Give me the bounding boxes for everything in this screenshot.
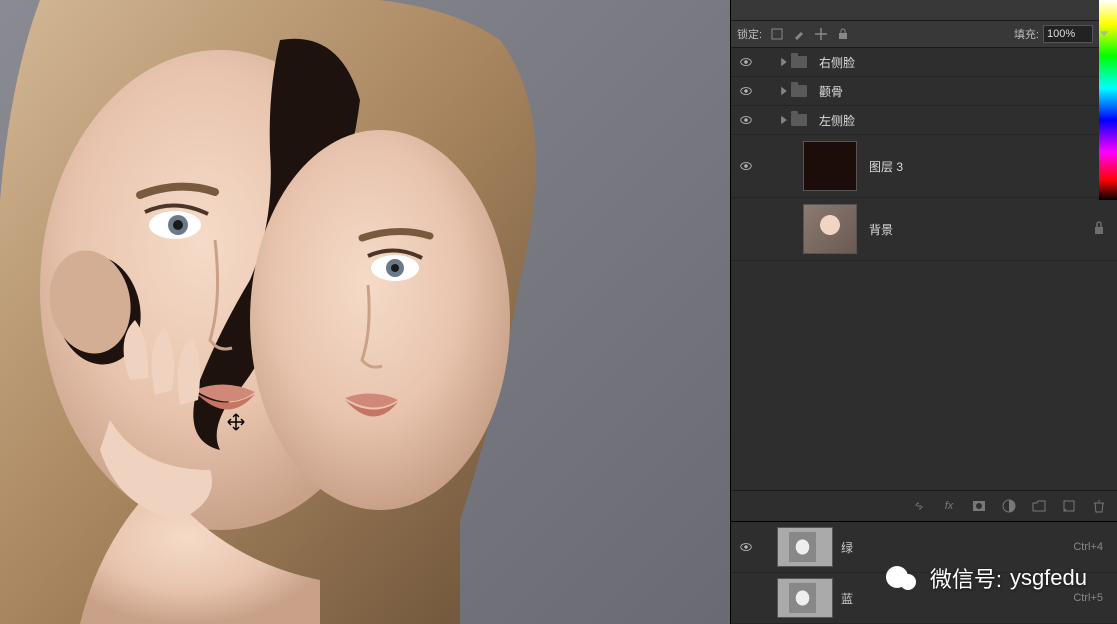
lock-position-icon[interactable] — [814, 27, 828, 41]
layer-name: 左侧脸 — [819, 112, 855, 129]
channel-thumbnail[interactable] — [777, 527, 833, 567]
visibility-icon[interactable] — [735, 540, 757, 554]
canvas-artwork — [0, 0, 730, 624]
expand-arrow-icon[interactable] — [777, 113, 791, 127]
layer-background[interactable]: 背景 — [731, 198, 1117, 261]
watermark: 微信号: ysgfedu — [886, 560, 1087, 596]
layer-name: 右侧脸 — [819, 54, 855, 71]
blend-row — [731, 0, 1117, 21]
lock-label: 锁定: — [737, 26, 762, 42]
layers-panel: 右侧脸 颧骨 左侧脸 图层 3 背景 — [731, 48, 1117, 490]
lock-all-icon[interactable] — [836, 27, 850, 41]
trash-icon[interactable] — [1091, 498, 1107, 514]
channel-thumbnail[interactable] — [777, 578, 833, 618]
right-panels: 锁定: 填充: 右侧脸 颧骨 — [730, 0, 1117, 624]
new-layer-icon[interactable] — [1061, 498, 1077, 514]
visibility-icon[interactable] — [735, 55, 757, 69]
layer-group-cheek[interactable]: 颧骨 — [731, 77, 1117, 106]
layer-group-left-face[interactable]: 左侧脸 — [731, 106, 1117, 135]
lock-icon[interactable] — [1093, 221, 1105, 238]
layer-thumbnail[interactable] — [803, 204, 857, 254]
mask-icon[interactable] — [971, 498, 987, 514]
channel-name: 绿 — [841, 539, 853, 556]
group-icon[interactable] — [1031, 498, 1047, 514]
folder-icon — [791, 56, 807, 68]
layer-thumbnail[interactable] — [803, 141, 857, 191]
canvas-area[interactable] — [0, 0, 730, 624]
fx-icon[interactable]: fx — [941, 498, 957, 514]
layer-3[interactable]: 图层 3 — [731, 135, 1117, 198]
wechat-icon — [886, 560, 922, 596]
layers-footer: fx — [731, 490, 1117, 521]
folder-icon — [791, 85, 807, 97]
layer-group-right-face[interactable]: 右侧脸 — [731, 48, 1117, 77]
link-icon[interactable] — [911, 498, 927, 514]
expand-arrow-icon[interactable] — [777, 84, 791, 98]
channel-name: 蓝 — [841, 590, 853, 607]
lock-brush-icon[interactable] — [792, 27, 806, 41]
visibility-icon[interactable] — [735, 84, 757, 98]
lock-pixels-icon[interactable] — [770, 27, 784, 41]
lock-row: 锁定: 填充: — [731, 21, 1117, 48]
layer-name: 背景 — [869, 221, 893, 238]
layer-name: 图层 3 — [869, 158, 903, 175]
visibility-icon[interactable] — [735, 113, 757, 127]
chevron-down-icon[interactable] — [1097, 27, 1111, 41]
fill-label: 填充: — [1014, 26, 1039, 42]
visibility-icon[interactable] — [735, 159, 757, 173]
expand-arrow-icon[interactable] — [777, 55, 791, 69]
watermark-label: 微信号: — [930, 562, 1002, 594]
adjustment-icon[interactable] — [1001, 498, 1017, 514]
layer-name: 颧骨 — [819, 83, 843, 100]
channel-shortcut: Ctrl+4 — [1073, 541, 1103, 553]
fill-input[interactable] — [1043, 25, 1093, 43]
folder-icon — [791, 114, 807, 126]
watermark-id: ysgfedu — [1010, 565, 1087, 591]
